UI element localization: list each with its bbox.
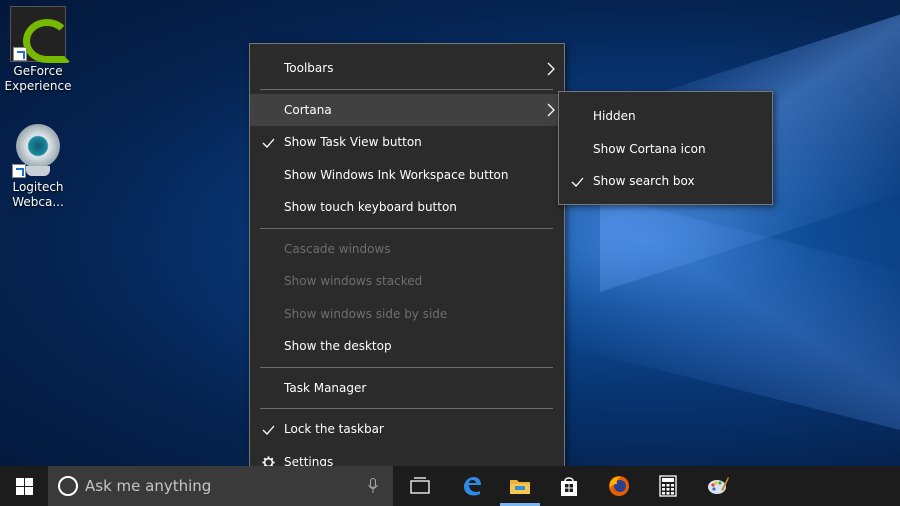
shortcut-arrow-icon bbox=[12, 164, 26, 178]
calculator-icon bbox=[659, 475, 677, 497]
paint-palette-icon bbox=[708, 477, 729, 494]
menu-item-label: Show Cortana icon bbox=[593, 141, 706, 156]
menu-item-show-task-view[interactable]: Show Task View button bbox=[250, 126, 564, 159]
nvidia-geforce-icon bbox=[10, 6, 71, 63]
desktop-icon-label: GeForce bbox=[13, 64, 63, 78]
taskbar-edge-button[interactable] bbox=[448, 466, 496, 506]
menu-item-windows-stacked: Show windows stacked bbox=[250, 265, 564, 298]
windows-logo-icon bbox=[16, 478, 33, 495]
menu-item-show-touch-keyboard[interactable]: Show touch keyboard button bbox=[250, 191, 564, 224]
menu-separator bbox=[260, 408, 553, 409]
checkmark-icon bbox=[570, 165, 584, 198]
edge-icon bbox=[464, 477, 481, 496]
menu-separator bbox=[260, 88, 553, 90]
submenu-item-show-cortana-icon[interactable]: Show Cortana icon bbox=[559, 133, 772, 166]
menu-item-label: Cascade windows bbox=[284, 241, 391, 256]
taskbar-store-button[interactable] bbox=[545, 466, 593, 506]
menu-item-windows-side-by-side: Show windows side by side bbox=[250, 298, 564, 331]
chevron-right-icon bbox=[547, 94, 555, 127]
shortcut-arrow-icon bbox=[13, 47, 27, 61]
desktop-icon-label: Logitech bbox=[12, 180, 64, 194]
cortana-icon bbox=[58, 476, 78, 496]
menu-item-label: Show Task View button bbox=[284, 135, 422, 149]
task-view-icon bbox=[410, 477, 430, 494]
firefox-icon bbox=[609, 476, 629, 496]
store-bag-icon bbox=[561, 477, 577, 496]
cortana-submenu: Hidden Show Cortana icon Show search box bbox=[558, 91, 773, 205]
menu-item-label: Show search box bbox=[593, 174, 695, 188]
menu-item-show-desktop[interactable]: Show the desktop bbox=[250, 330, 564, 363]
submenu-item-show-search-box[interactable]: Show search box bbox=[559, 165, 772, 198]
chevron-right-icon bbox=[547, 52, 555, 85]
webcam-icon bbox=[10, 122, 66, 178]
menu-item-label: Show touch keyboard button bbox=[284, 200, 457, 214]
checkmark-icon bbox=[261, 413, 275, 446]
desktop-icon-label: Experience bbox=[4, 79, 72, 93]
desktop-icon-geforce[interactable]: GeForce Experience bbox=[0, 6, 76, 94]
menu-item-label: Show windows side by side bbox=[284, 306, 448, 321]
menu-separator bbox=[260, 227, 553, 229]
desktop-icon-logitech-webcam[interactable]: Logitech Webca... bbox=[0, 122, 76, 210]
cortana-search-box[interactable]: Ask me anything bbox=[48, 466, 393, 506]
menu-item-label: Lock the taskbar bbox=[284, 422, 384, 436]
microphone-icon[interactable] bbox=[368, 478, 378, 494]
wallpaper-light-beam bbox=[560, 185, 900, 435]
taskbar-calculator-button[interactable] bbox=[644, 466, 692, 506]
search-input[interactable]: Ask me anything bbox=[85, 466, 211, 506]
taskbar-paint-button[interactable] bbox=[694, 466, 742, 506]
folder-icon bbox=[510, 480, 530, 494]
taskbar[interactable]: Ask me anything bbox=[0, 466, 900, 506]
menu-item-cortana[interactable]: Cortana bbox=[250, 93, 564, 127]
menu-separator bbox=[260, 366, 553, 368]
menu-item-label: Show windows stacked bbox=[284, 274, 423, 288]
menu-item-toolbars[interactable]: Toolbars bbox=[250, 52, 564, 85]
menu-item-label: Show Windows Ink Workspace button bbox=[284, 167, 509, 182]
menu-item-label: Show the desktop bbox=[284, 339, 392, 353]
menu-item-label: Task Manager bbox=[284, 380, 367, 395]
menu-item-lock-taskbar[interactable]: Lock the taskbar bbox=[250, 413, 564, 446]
task-view-button[interactable] bbox=[396, 466, 444, 506]
submenu-item-hidden[interactable]: Hidden bbox=[559, 100, 772, 133]
desktop-icon-label: Webca... bbox=[12, 195, 64, 209]
taskbar-firefox-button[interactable] bbox=[595, 466, 643, 506]
menu-item-label: Toolbars bbox=[284, 61, 334, 75]
start-button[interactable] bbox=[0, 466, 48, 506]
menu-item-show-ink-workspace[interactable]: Show Windows Ink Workspace button bbox=[250, 159, 564, 192]
taskbar-file-explorer-button[interactable] bbox=[496, 466, 544, 506]
checkmark-icon bbox=[261, 126, 275, 159]
taskbar-context-menu: Toolbars Cortana Show Task View button S… bbox=[249, 43, 565, 484]
menu-item-cascade-windows: Cascade windows bbox=[250, 233, 564, 266]
menu-item-task-manager[interactable]: Task Manager bbox=[250, 372, 564, 405]
menu-item-label: Cortana bbox=[284, 102, 332, 117]
menu-item-label: Hidden bbox=[593, 109, 636, 123]
